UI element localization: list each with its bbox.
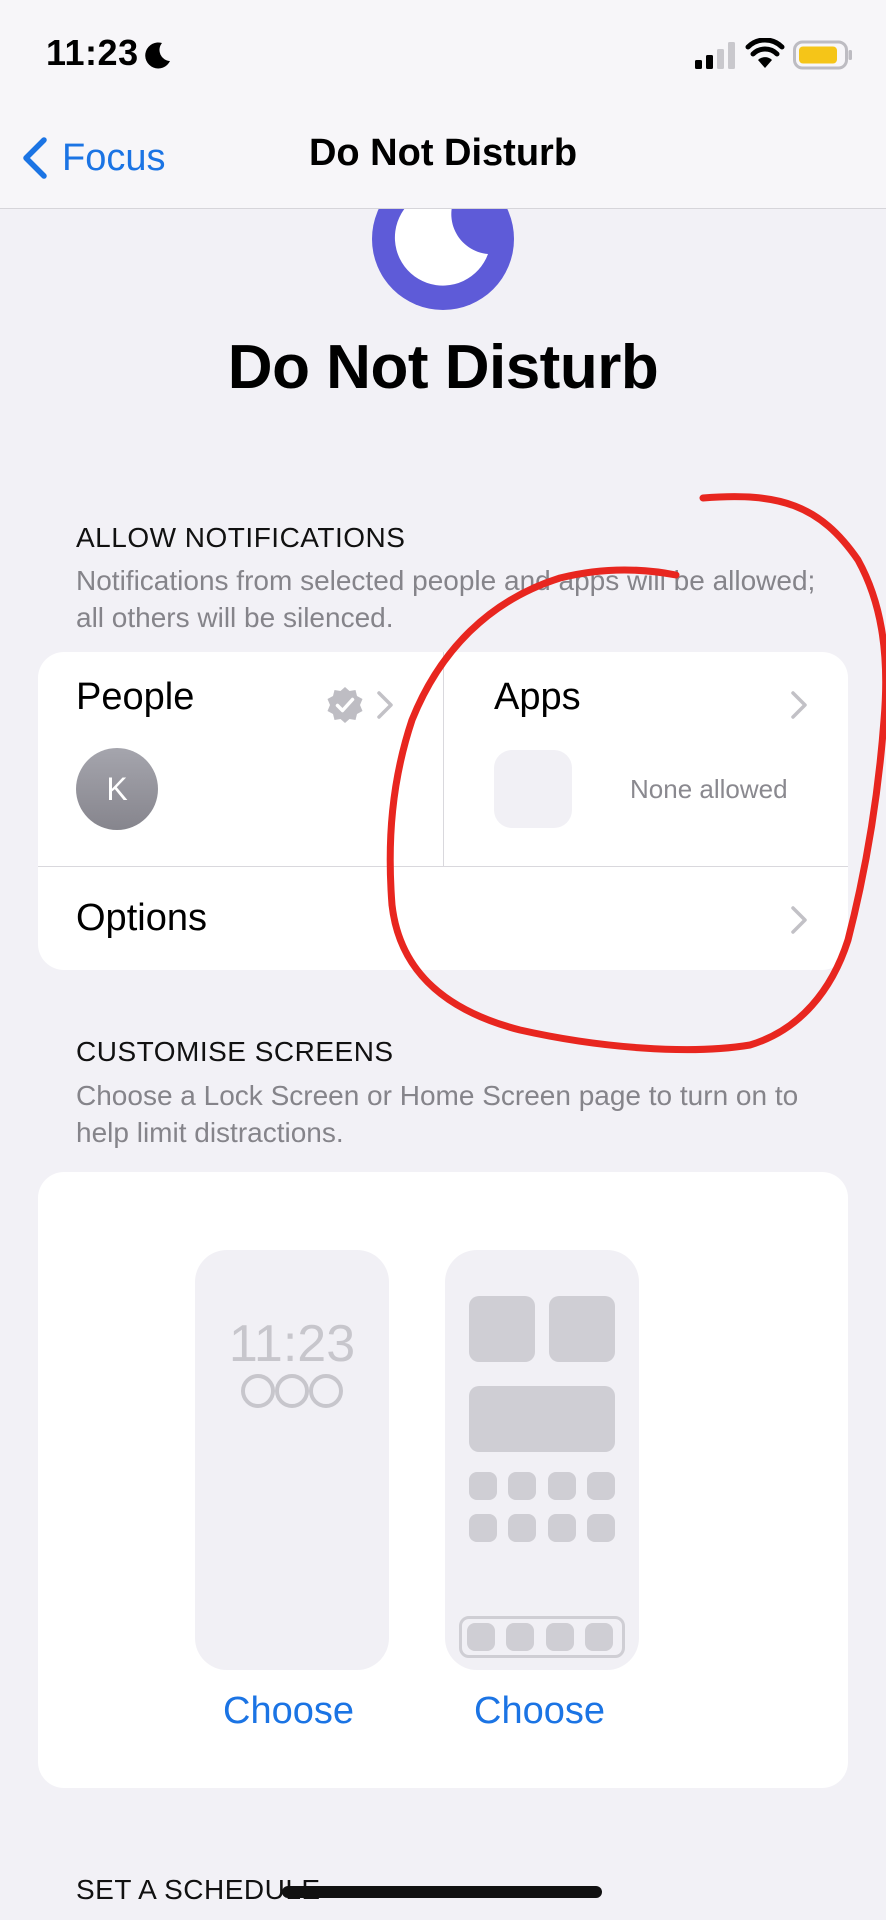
app-tile xyxy=(585,1623,613,1651)
verified-badge-icon xyxy=(327,687,363,723)
app-tile xyxy=(548,1472,576,1500)
chevron-right-icon xyxy=(791,906,807,934)
moon-icon xyxy=(145,42,170,69)
allow-notifications-description: Notifications from selected people and a… xyxy=(76,565,816,633)
chevron-right-icon xyxy=(791,691,807,719)
widget-tile xyxy=(549,1296,615,1362)
apps-label: Apps xyxy=(494,676,581,718)
customise-screens-card: 11:23 Choose Choose xyxy=(38,1172,848,1788)
people-cell[interactable]: People K xyxy=(38,652,443,866)
options-row[interactable]: Options xyxy=(38,867,848,971)
focus-settings-screen: 11:23 Focus Do Not Disturb Do Not Distur… xyxy=(0,0,886,1920)
apps-cell[interactable]: Apps None allowed xyxy=(444,652,848,866)
app-tile xyxy=(506,1623,534,1651)
customise-screens-header: CUSTOMISE SCREENS xyxy=(76,1036,394,1067)
dock xyxy=(459,1616,625,1658)
wifi-icon xyxy=(745,38,785,68)
app-tile xyxy=(508,1472,536,1500)
home-screen-preview[interactable] xyxy=(445,1250,639,1670)
lock-screen-preview[interactable]: 11:23 xyxy=(195,1250,389,1670)
status-time: 11:23 xyxy=(46,32,139,73)
widget-circle-icon xyxy=(275,1374,309,1408)
app-tile xyxy=(467,1623,495,1651)
app-tile xyxy=(587,1472,615,1500)
allow-notifications-card: People K Apps None allowed Options xyxy=(38,652,848,970)
app-tile xyxy=(587,1514,615,1542)
app-tile xyxy=(546,1623,574,1651)
page-title: Do Not Disturb xyxy=(227,333,659,402)
options-label: Options xyxy=(76,897,207,939)
avatar: K xyxy=(76,748,158,830)
app-tile xyxy=(548,1514,576,1542)
widget-tile xyxy=(469,1386,615,1452)
home-screen-choose-button[interactable]: Choose xyxy=(474,1690,605,1733)
widget-tile xyxy=(469,1296,535,1362)
people-label: People xyxy=(76,676,195,718)
customise-screens-description: Choose a Lock Screen or Home Screen page… xyxy=(76,1080,799,1148)
home-indicator[interactable] xyxy=(282,1886,602,1898)
cellular-signal-icon xyxy=(695,42,735,69)
navigation-bar: Focus Do Not Disturb xyxy=(0,110,886,209)
battery-icon xyxy=(793,40,852,70)
widget-circle-icon xyxy=(309,1374,343,1408)
lock-screen-choose-button[interactable]: Choose xyxy=(223,1690,354,1733)
nav-title: Do Not Disturb xyxy=(308,132,578,174)
chevron-right-icon xyxy=(377,691,393,719)
app-tile xyxy=(469,1472,497,1500)
allow-notifications-header: ALLOW NOTIFICATIONS xyxy=(76,522,406,553)
app-placeholder-icon xyxy=(494,750,572,828)
app-tile xyxy=(469,1514,497,1542)
status-bar: 11:23 xyxy=(0,0,886,110)
apps-status: None allowed xyxy=(630,774,788,804)
lock-screen-time: 11:23 xyxy=(228,1315,356,1373)
widget-circle-icon xyxy=(241,1374,275,1408)
app-tile xyxy=(508,1514,536,1542)
